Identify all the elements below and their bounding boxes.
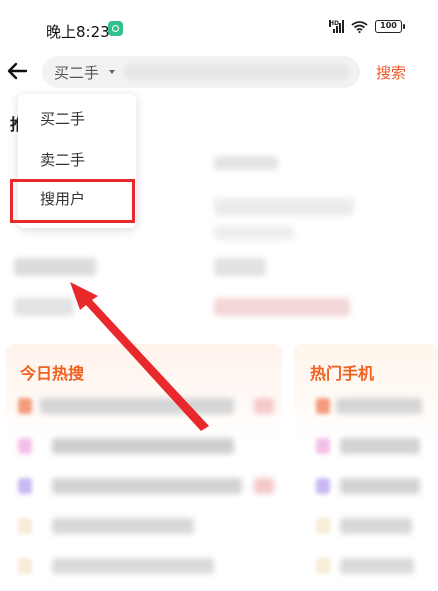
search-input[interactable]: 买二手 [42, 56, 360, 88]
blurred-content [214, 258, 266, 276]
blurred-list-item [254, 478, 274, 494]
rank-badge [18, 518, 32, 534]
blurred-content [214, 298, 350, 316]
blurred-list-item [340, 558, 414, 574]
rank-badge [316, 398, 330, 414]
blurred-list-item [52, 438, 234, 454]
battery-icon: 100 [375, 20, 405, 33]
network-type-label: HD [329, 20, 340, 27]
rank-badge [316, 518, 330, 534]
rank-badge [18, 398, 32, 414]
blurred-list-item [340, 438, 420, 454]
caret-down-icon[interactable] [109, 70, 115, 74]
today-hot-search-card[interactable]: 今日热搜 [6, 344, 282, 591]
rank-badge [18, 438, 32, 454]
card-title: 热门手机 [310, 364, 375, 383]
card-title: 今日热搜 [20, 364, 85, 383]
hot-phones-card[interactable]: 热门手机 [294, 344, 438, 591]
highlight-box [10, 179, 135, 223]
dropdown-item-sell-used[interactable]: 卖二手 [40, 149, 85, 170]
blurred-list-item [340, 478, 420, 494]
blurred-content [214, 156, 278, 170]
blurred-list-item [340, 518, 412, 534]
blurred-list-item [52, 478, 242, 494]
blurred-list-item [254, 398, 274, 414]
notification-app-icon [108, 21, 123, 36]
blurred-content [214, 226, 294, 240]
blurred-list-item [40, 398, 234, 414]
blurred-content [14, 298, 74, 316]
blurred-content [14, 258, 96, 276]
blurred-list-item [52, 518, 194, 534]
status-icons: HD 100 [329, 20, 405, 33]
search-type-selector[interactable]: 买二手 [54, 62, 99, 83]
search-button[interactable]: 搜索 [376, 62, 406, 83]
blurred-content [214, 198, 354, 216]
blurred-list-item [52, 558, 214, 574]
search-bar: 买二手 搜索 [0, 52, 438, 92]
blurred-list-item [336, 398, 422, 414]
dropdown-item-buy-used[interactable]: 买二手 [40, 108, 85, 129]
status-bar: 晚上8:23 HD 100 [0, 0, 438, 44]
rank-badge [316, 558, 330, 574]
rank-badge [18, 478, 32, 494]
wifi-icon [351, 20, 368, 33]
status-time: 晚上8:23 [46, 23, 110, 41]
rank-badge [316, 438, 330, 454]
signal-icon: HD [329, 20, 344, 33]
rank-badge [316, 478, 330, 494]
search-placeholder-blurred [124, 65, 350, 79]
back-arrow-icon[interactable] [4, 58, 30, 84]
rank-badge [18, 558, 32, 574]
